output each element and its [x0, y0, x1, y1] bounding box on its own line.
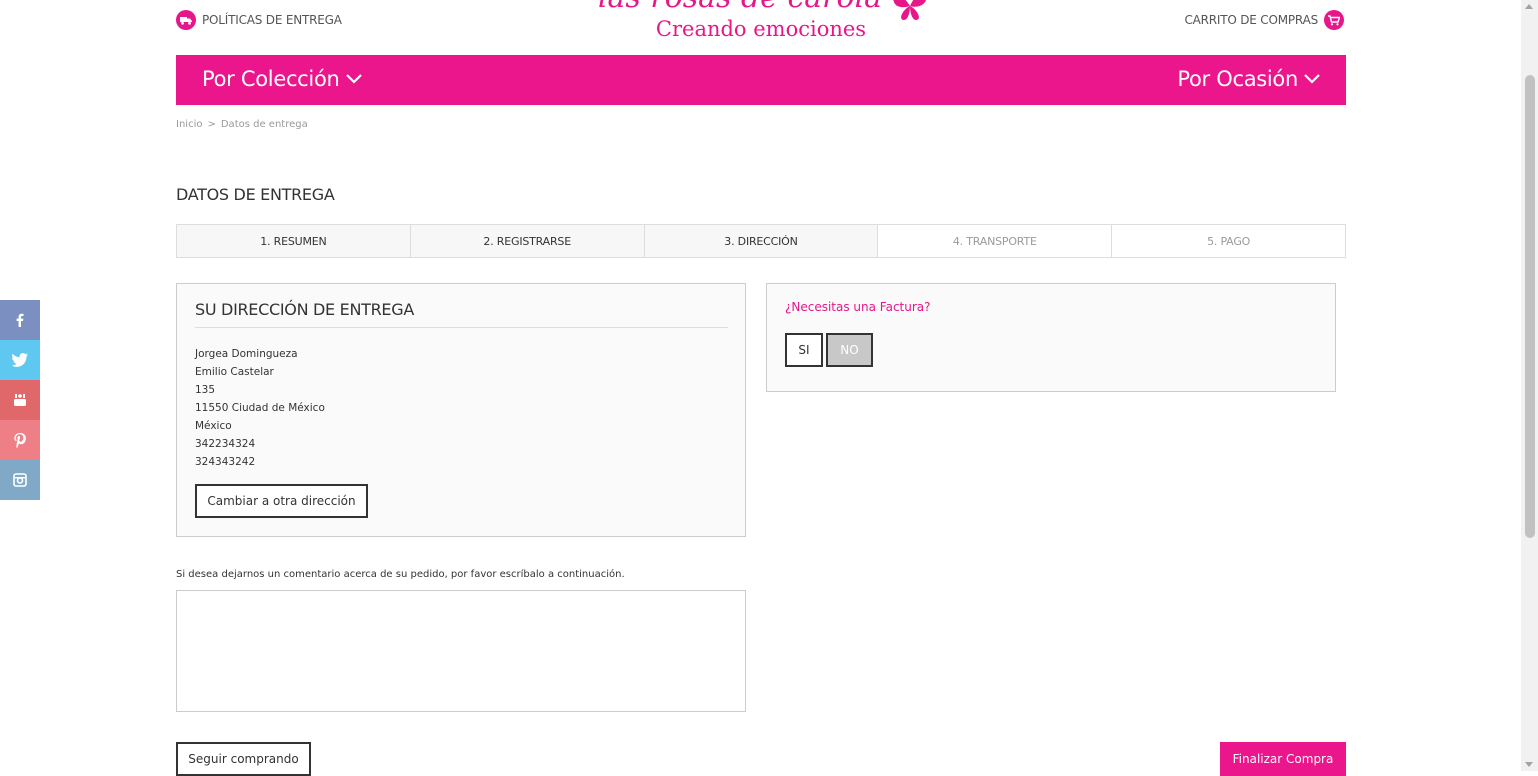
- change-address-button[interactable]: Cambiar a otra dirección: [195, 484, 368, 518]
- address-mobile: 324343242: [195, 456, 256, 468]
- page-container: POLÍTICAS DE ENTREGA las rosas de carola…: [176, 0, 1346, 776]
- nav-by-occasion-label: Por Ocasión: [1177, 67, 1298, 91]
- instagram-icon: [13, 473, 27, 487]
- youtube-button[interactable]: [0, 380, 40, 420]
- address-country: México: [195, 420, 232, 432]
- address-name: Jorgea Domingueza: [195, 348, 298, 360]
- breadcrumb-current: Datos de entrega: [220, 119, 308, 130]
- youtube-icon: [14, 394, 26, 406]
- breadcrumb-home[interactable]: Inicio: [176, 119, 202, 130]
- invoice-question: ¿Necesitas una Factura?: [785, 300, 931, 314]
- shopping-cart-link[interactable]: CARRITO DE COMPRAS: [1184, 10, 1344, 30]
- social-sidebar: [0, 300, 40, 500]
- scroll-thumb[interactable]: [1525, 75, 1535, 538]
- checkout-steps: 1. RESUMEN 2. REGISTRARSE 3. DIRECCIÓN 4…: [176, 224, 1346, 258]
- delivery-policies-label: POLÍTICAS DE ENTREGA: [202, 13, 342, 27]
- facebook-icon: [16, 313, 24, 327]
- chevron-down-icon: [345, 74, 362, 84]
- logo-tagline: Creando emociones: [655, 17, 867, 41]
- twitter-icon: [12, 353, 28, 367]
- shopping-cart-label: CARRITO DE COMPRAS: [1184, 13, 1318, 27]
- address-lines: Jorgea Domingueza Emilio Castelar 135 11…: [195, 345, 325, 471]
- pinterest-icon: [14, 432, 26, 448]
- comment-textarea[interactable]: [176, 590, 746, 712]
- cart-icon: [1324, 10, 1344, 30]
- delivery-address-title: SU DIRECCIÓN DE ENTREGA: [195, 300, 728, 328]
- scroll-down-arrow-icon[interactable]: [1525, 762, 1533, 767]
- step-register[interactable]: 2. REGISTRARSE: [410, 225, 645, 257]
- invoice-yes-button[interactable]: SI: [785, 333, 823, 367]
- breadcrumb: Inicio > Datos de entrega: [176, 119, 308, 130]
- page-scrollbar[interactable]: [1521, 0, 1538, 771]
- breadcrumb-separator: >: [207, 119, 216, 130]
- scroll-up-arrow-icon[interactable]: [1525, 4, 1533, 9]
- chevron-down-icon: [1304, 74, 1320, 84]
- address-phone: 342234324: [195, 438, 256, 450]
- nav-by-collection-label: Por Colección: [202, 67, 340, 91]
- step-address: 3. DIRECCIÓN: [644, 225, 879, 257]
- truck-icon: [176, 10, 196, 30]
- address-street: Emilio Castelar: [195, 366, 274, 378]
- facebook-button[interactable]: [0, 300, 40, 340]
- nav-by-occasion[interactable]: Por Ocasión: [1177, 67, 1320, 91]
- invoice-box: ¿Necesitas una Factura? SI NO: [766, 283, 1336, 392]
- address-city: 11550 Ciudad de México: [195, 402, 325, 414]
- delivery-address-box: SU DIRECCIÓN DE ENTREGA Jorgea Dominguez…: [176, 283, 746, 537]
- nav-by-collection[interactable]: Por Colección: [202, 67, 362, 91]
- step-shipping: 4. TRANSPORTE: [878, 225, 1113, 257]
- page-title: DATOS DE ENTREGA: [176, 185, 335, 204]
- delivery-policies-link[interactable]: POLÍTICAS DE ENTREGA: [176, 10, 342, 30]
- step-payment: 5. PAGO: [1112, 225, 1345, 257]
- logo-script-text: las rosas de carola: [590, 0, 890, 15]
- pinterest-button[interactable]: [0, 420, 40, 460]
- site-logo[interactable]: las rosas de carola Creando emociones: [576, 0, 946, 46]
- step-summary[interactable]: 1. RESUMEN: [177, 225, 411, 257]
- twitter-button[interactable]: [0, 340, 40, 380]
- address-number: 135: [195, 384, 216, 396]
- comment-label: Si desea dejarnos un comentario acerca d…: [176, 569, 625, 580]
- invoice-no-button[interactable]: NO: [826, 333, 873, 367]
- instagram-button[interactable]: [0, 460, 40, 500]
- main-nav: Por Colección Por Ocasión: [176, 55, 1346, 105]
